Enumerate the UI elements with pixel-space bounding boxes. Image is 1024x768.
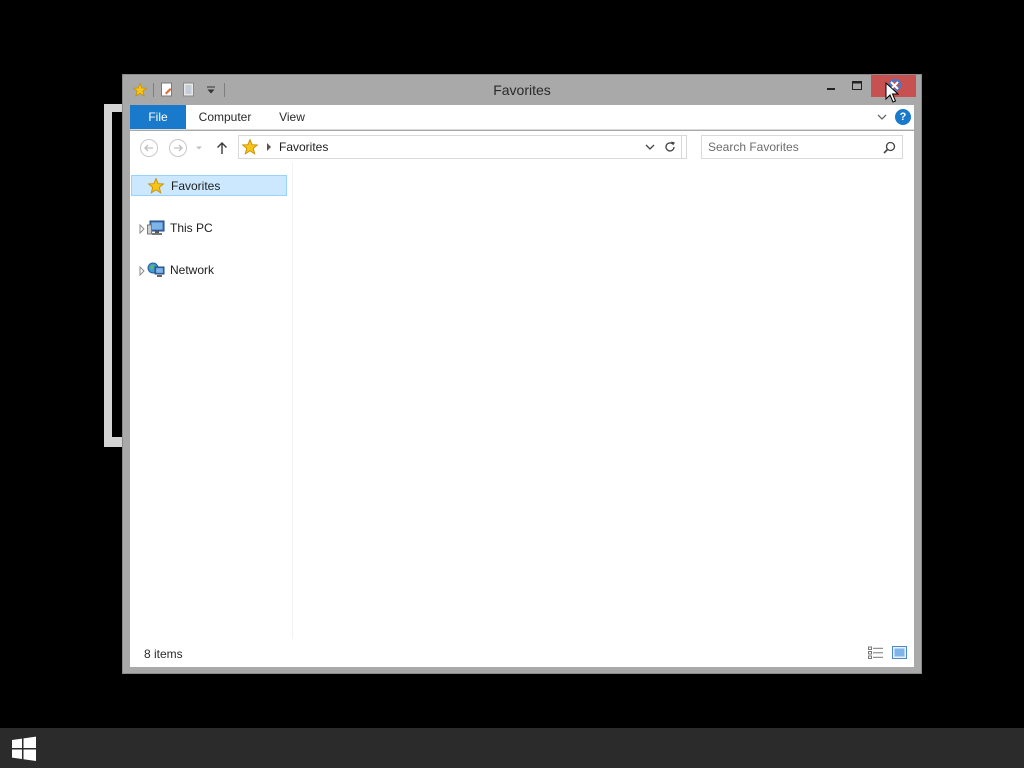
mouse-cursor-icon xyxy=(885,81,900,104)
dropdown-arrow-icon xyxy=(196,146,202,150)
minimize-icon xyxy=(827,88,835,90)
explorer-window: Favorites File Computer View ? Favorites… xyxy=(122,74,922,674)
file-list-pane[interactable] xyxy=(293,163,914,639)
tab-file[interactable]: File xyxy=(130,105,186,129)
expand-ribbon-button[interactable] xyxy=(874,109,890,125)
recent-locations-button[interactable] xyxy=(192,138,206,158)
nav-item-this-pc[interactable]: This PC xyxy=(131,218,286,238)
nav-item-label: Favorites xyxy=(171,179,221,193)
tab-view[interactable]: View xyxy=(270,105,314,129)
nav-item-label: This PC xyxy=(170,221,213,235)
breadcrumb-chevron-icon[interactable] xyxy=(265,141,273,156)
large-icons-view-button[interactable] xyxy=(892,646,908,660)
start-button[interactable] xyxy=(10,736,40,762)
up-arrow-icon xyxy=(217,142,227,154)
help-button[interactable]: ? xyxy=(895,109,911,125)
address-dropdown-button[interactable] xyxy=(644,141,656,156)
maximize-icon xyxy=(852,81,862,90)
refresh-icon xyxy=(664,141,675,152)
back-button[interactable] xyxy=(139,138,159,158)
back-arrow-icon xyxy=(140,139,158,157)
large-icons-view-icon xyxy=(892,646,907,659)
chevron-down-icon xyxy=(877,114,887,120)
star-icon xyxy=(147,177,166,194)
search-box[interactable] xyxy=(701,135,903,159)
status-bar: 8 items xyxy=(130,641,914,667)
nav-item-network[interactable]: Network xyxy=(131,260,286,280)
chevron-down-icon xyxy=(645,144,655,150)
refresh-button[interactable] xyxy=(658,135,682,159)
details-view-icon xyxy=(868,646,883,659)
forward-arrow-icon xyxy=(169,139,187,157)
maximize-button[interactable] xyxy=(844,75,870,97)
up-button[interactable] xyxy=(212,138,232,158)
tab-computer[interactable]: Computer xyxy=(192,105,258,129)
navigation-pane[interactable]: Favorites This PC Network xyxy=(130,163,293,639)
network-icon xyxy=(147,262,165,278)
taskbar xyxy=(0,728,1024,768)
item-count: 8 items xyxy=(144,647,183,661)
address-bar[interactable]: Favorites xyxy=(238,135,687,159)
search-input[interactable] xyxy=(708,139,876,155)
content-area: Favorites This PC Network xyxy=(130,163,914,663)
nav-item-favorites[interactable]: Favorites xyxy=(131,175,287,196)
computer-icon xyxy=(147,220,165,236)
ribbon: File Computer View ? xyxy=(130,105,914,130)
navigation-bar: Favorites xyxy=(130,131,914,163)
star-icon xyxy=(241,138,259,158)
windows-logo-icon xyxy=(12,736,36,761)
breadcrumb-favorites[interactable]: Favorites xyxy=(279,140,328,154)
expand-arrow-icon[interactable] xyxy=(139,265,145,279)
search-icon[interactable] xyxy=(883,141,896,157)
nav-item-label: Network xyxy=(170,263,215,277)
expand-arrow-icon[interactable] xyxy=(139,223,145,237)
window-title: Favorites xyxy=(493,82,551,98)
forward-button[interactable] xyxy=(168,138,188,158)
minimize-button[interactable] xyxy=(818,75,844,97)
title-bar[interactable]: Favorites xyxy=(123,75,921,105)
details-view-button[interactable] xyxy=(868,646,884,660)
